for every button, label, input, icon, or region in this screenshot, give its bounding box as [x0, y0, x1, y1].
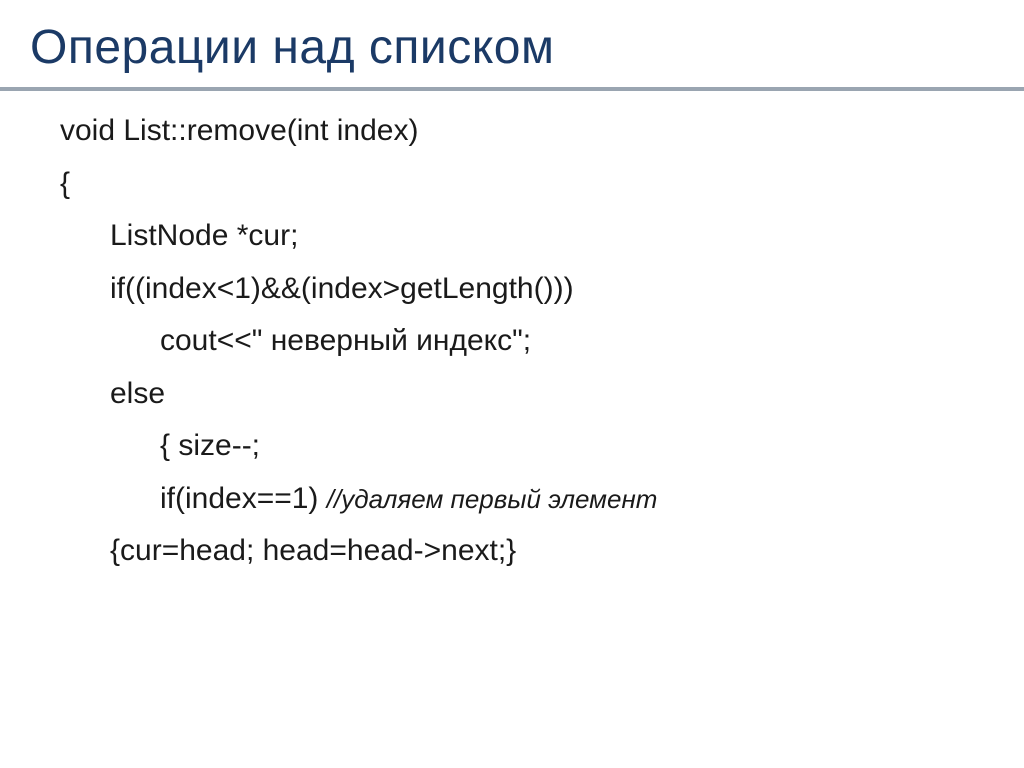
- code-line-9: {cur=head; head=head->next;}: [60, 525, 964, 578]
- code-line-4: if((index<1)&&(index>getLength())): [60, 263, 964, 316]
- code-line-7: { size--;: [60, 420, 964, 473]
- slide-title: Операции над списком: [30, 20, 994, 75]
- title-block: Операции над списком: [0, 0, 1024, 91]
- code-line-1: void List::remove(int index): [60, 105, 964, 158]
- code-comment: //удаляем первый элемент: [327, 484, 658, 514]
- code-line-6: else: [60, 368, 964, 421]
- code-line-8a: if(index==1): [160, 482, 327, 515]
- code-line-8: if(index==1) //удаляем первый элемент: [60, 473, 964, 526]
- code-line-3: ListNode *cur;: [60, 210, 964, 263]
- code-line-2: {: [60, 158, 964, 211]
- slide-content: void List::remove(int index) { ListNode …: [0, 91, 1024, 578]
- slide-container: Операции над списком void List::remove(i…: [0, 0, 1024, 768]
- code-line-5: cout<<" неверный индекс";: [60, 315, 964, 368]
